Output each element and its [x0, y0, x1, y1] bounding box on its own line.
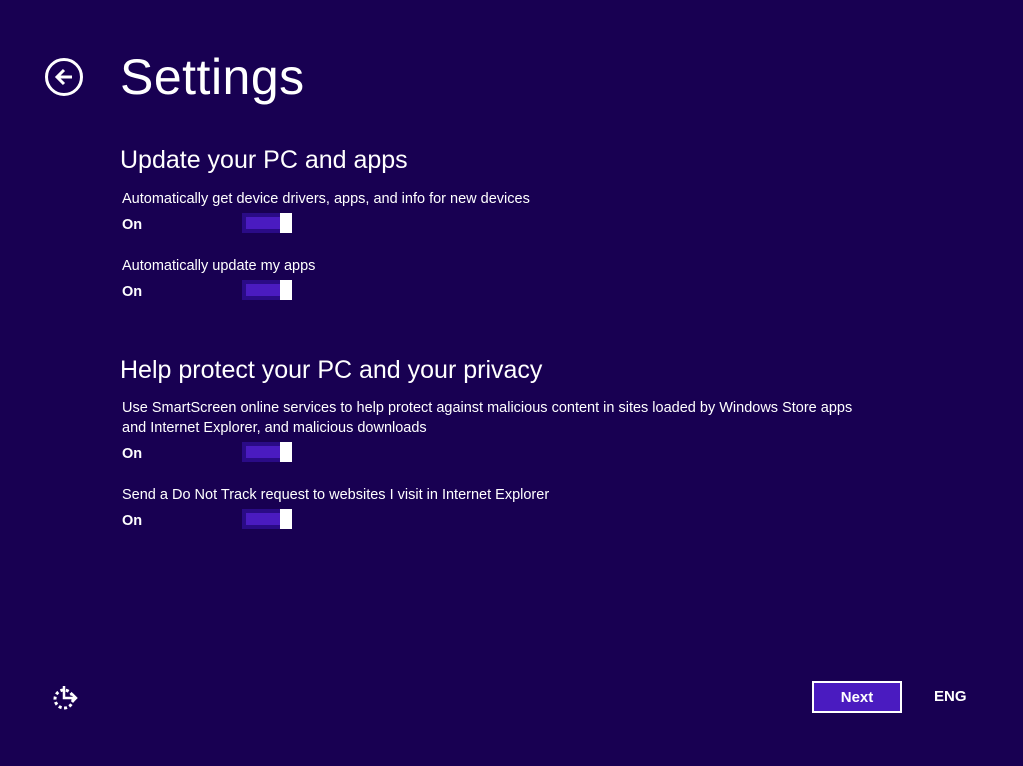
setting-state-smartscreen: On: [122, 446, 142, 462]
setting-label-smartscreen: Use SmartScreen online services to help …: [122, 400, 852, 416]
toggle-drivers[interactable]: [242, 213, 292, 233]
setting-state-drivers: On: [122, 217, 142, 233]
back-button[interactable]: [45, 58, 83, 96]
ease-of-access-icon[interactable]: [52, 684, 80, 712]
setting-label-update-apps: Automatically update my apps: [122, 258, 315, 274]
section-heading-update: Update your PC and apps: [120, 146, 408, 175]
setting-state-update-apps: On: [122, 284, 142, 300]
setting-label-smartscreen-line2: and Internet Explorer, and malicious dow…: [122, 420, 427, 436]
toggle-do-not-track[interactable]: [242, 509, 292, 529]
back-arrow-icon: [53, 66, 75, 88]
page-title: Settings: [120, 48, 305, 106]
setting-label-do-not-track: Send a Do Not Track request to websites …: [122, 487, 549, 503]
setting-label-drivers: Automatically get device drivers, apps, …: [122, 191, 530, 207]
setting-state-do-not-track: On: [122, 513, 142, 529]
toggle-smartscreen[interactable]: [242, 442, 292, 462]
section-heading-protect: Help protect your PC and your privacy: [120, 356, 542, 385]
toggle-update-apps[interactable]: [242, 280, 292, 300]
next-button[interactable]: Next: [812, 681, 902, 713]
language-indicator[interactable]: ENG: [934, 688, 967, 705]
